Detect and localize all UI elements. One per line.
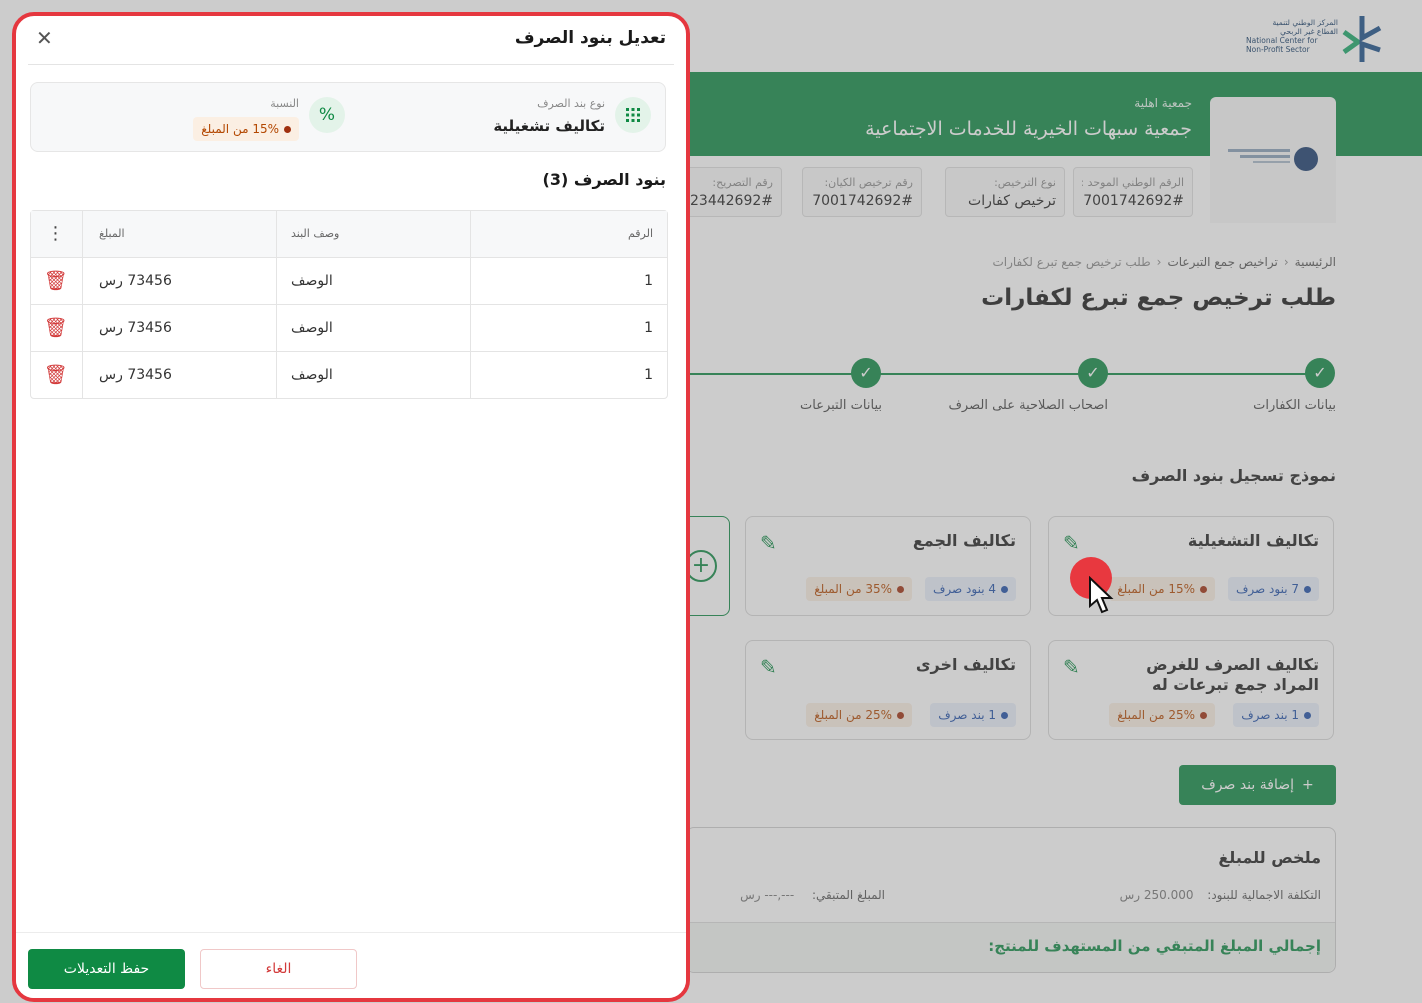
cell-number: 1 <box>644 320 653 336</box>
expense-items-table: الرقم وصف البند المبلغ ⋮ 1 الوصف 73456 ر… <box>30 210 668 399</box>
dot-icon <box>284 126 291 133</box>
trash-icon: 🗑 <box>43 270 68 292</box>
ratio-value: 15% من المبلغ <box>201 122 279 136</box>
edit-expense-items-drawer: تعديل بنود الصرف ✕ نوع بند الصرف تكاليف … <box>12 12 690 1002</box>
more-vertical-icon[interactable]: ⋮ <box>29 211 83 257</box>
drawer-footer: حفظ التعديلات الغاء <box>16 932 686 998</box>
cell-amount: 73456 رس <box>83 305 277 351</box>
col-header-amount: المبلغ <box>83 211 277 257</box>
ratio-chip: 15% من المبلغ <box>193 117 299 141</box>
table-row: 1 الوصف 73456 رس 🗑 <box>31 351 667 398</box>
percent-icon: % <box>309 97 345 133</box>
cursor-icon <box>1089 576 1114 614</box>
cell-number: 1 <box>644 273 653 289</box>
ratio-label: النسبة <box>270 97 299 110</box>
trash-icon: 🗑 <box>43 317 68 339</box>
col-header-number: الرقم <box>627 227 653 240</box>
trash-icon: 🗑 <box>43 364 68 386</box>
grid-icon <box>615 97 651 133</box>
table-row: 1 الوصف 73456 رس 🗑 <box>31 304 667 351</box>
cell-description: الوصف <box>277 305 471 351</box>
cell-amount: 73456 رس <box>83 352 277 398</box>
cell-amount: 73456 رس <box>83 258 277 304</box>
cancel-button[interactable]: الغاء <box>200 949 357 989</box>
close-icon[interactable]: ✕ <box>36 26 53 50</box>
table-row: 1 الوصف 73456 رس 🗑 <box>31 257 667 304</box>
drawer-title: تعديل بنود الصرف <box>514 28 666 48</box>
save-changes-button[interactable]: حفظ التعديلات <box>28 949 185 989</box>
cell-number: 1 <box>644 367 653 383</box>
col-header-description: وصف البند <box>277 211 471 257</box>
expense-items-heading: بنود الصرف (3) <box>542 170 666 189</box>
expense-type-value: تكاليف تشغيلية <box>493 117 605 135</box>
cell-description: الوصف <box>277 352 471 398</box>
table-header-row: الرقم وصف البند المبلغ ⋮ <box>31 211 667 257</box>
expense-type-label: نوع بند الصرف <box>537 97 605 110</box>
delete-button[interactable]: 🗑 <box>29 352 83 398</box>
divider <box>28 64 674 65</box>
cell-description: الوصف <box>277 258 471 304</box>
delete-button[interactable]: 🗑 <box>29 258 83 304</box>
expense-type-summary: نوع بند الصرف تكاليف تشغيلية % النسبة 15… <box>30 82 666 152</box>
delete-button[interactable]: 🗑 <box>29 305 83 351</box>
